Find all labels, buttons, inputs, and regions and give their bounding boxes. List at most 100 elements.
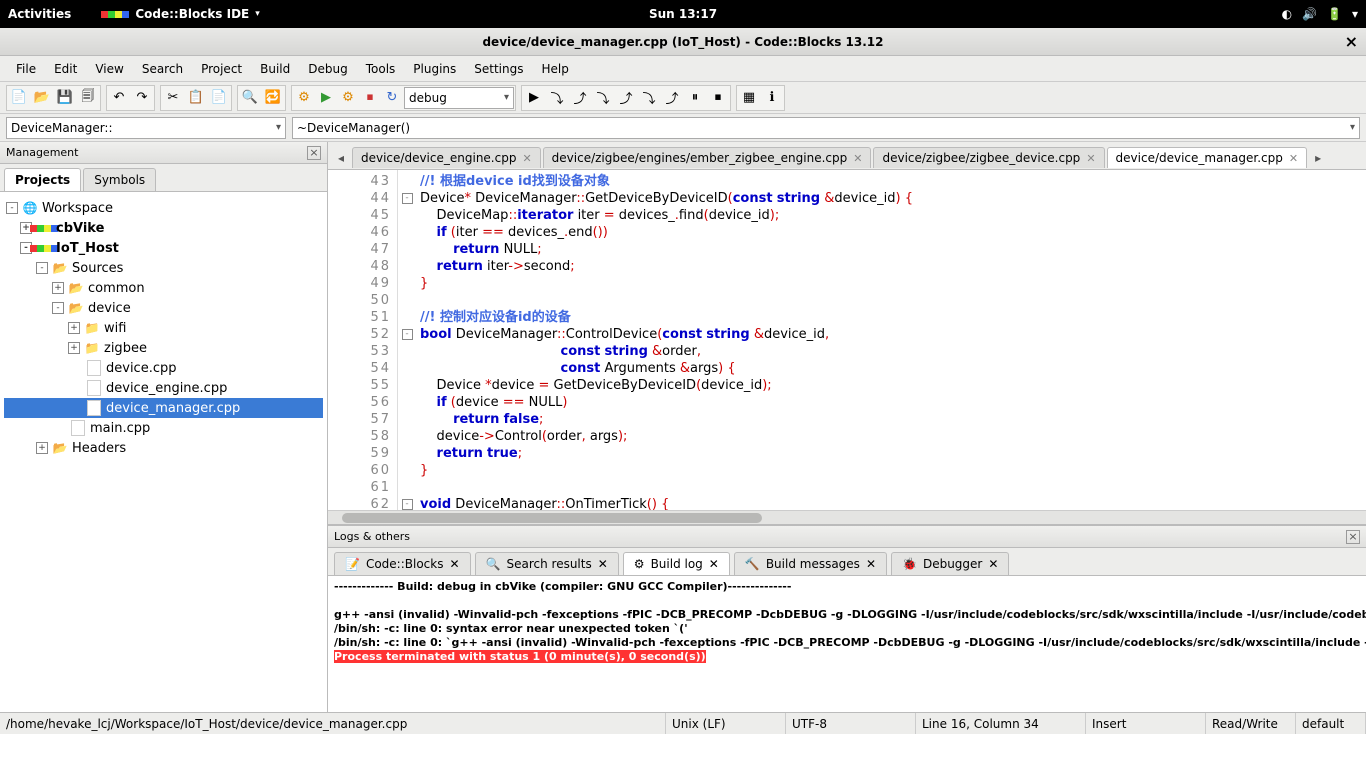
debug-button-4[interactable]: ⤴ <box>615 87 637 109</box>
code-content[interactable]: //! 根据device id找到设备对象Device* DeviceManag… <box>416 170 1366 510</box>
code-editor[interactable]: 4344454647484950515253545556575859606162… <box>328 170 1366 510</box>
tree-expander-icon[interactable]: - <box>52 302 64 314</box>
menu-tools[interactable]: Tools <box>358 58 404 80</box>
app-menu[interactable]: Code::Blocks IDE ▾ <box>101 7 259 21</box>
menu-edit[interactable]: Edit <box>46 58 85 80</box>
tree-item[interactable]: +📁wifi <box>4 318 323 338</box>
menu-project[interactable]: Project <box>193 58 250 80</box>
editor-tab[interactable]: device/device_engine.cpp✕ <box>352 147 541 168</box>
tab-close-icon[interactable]: ✕ <box>1086 152 1095 165</box>
tab-close-icon[interactable]: ✕ <box>598 557 608 571</box>
tree-item[interactable]: +📁zigbee <box>4 338 323 358</box>
build-button-3[interactable]: ⏹ <box>359 87 381 109</box>
search-button-0[interactable]: 🔍 <box>239 87 261 109</box>
menu-settings[interactable]: Settings <box>466 58 531 80</box>
tree-expander-icon[interactable]: + <box>52 282 64 294</box>
debug-button-1[interactable]: ⤵ <box>546 87 568 109</box>
mgmt-tab-projects[interactable]: Projects <box>4 168 81 191</box>
menu-build[interactable]: Build <box>252 58 298 80</box>
editor-tab[interactable]: device/device_manager.cpp✕ <box>1107 147 1308 168</box>
debug-button-5[interactable]: ⤵ <box>638 87 660 109</box>
tree-expander-icon[interactable]: - <box>36 262 48 274</box>
fold-gutter[interactable]: --- <box>398 170 416 510</box>
tree-expander-icon[interactable]: + <box>68 322 80 334</box>
tree-item[interactable]: device.cpp <box>4 358 323 378</box>
extra-button-0[interactable]: ▦ <box>738 87 760 109</box>
search-button-1[interactable]: 🔁 <box>262 87 284 109</box>
editor-hscrollbar[interactable] <box>328 510 1366 524</box>
build-log-output[interactable]: ------------- Build: debug in cbVike (co… <box>328 576 1366 712</box>
battery-icon[interactable]: 🔋 <box>1327 7 1342 21</box>
tree-item[interactable]: +cbVike <box>4 218 323 238</box>
scope-member-select[interactable]: ~DeviceManager() <box>292 117 1360 139</box>
tab-close-icon[interactable]: ✕ <box>853 152 862 165</box>
build-button-2[interactable]: ⚙ <box>337 87 359 109</box>
build-target-select[interactable]: debug <box>404 87 514 109</box>
menu-file[interactable]: File <box>8 58 44 80</box>
tab-close-icon[interactable]: ✕ <box>449 557 459 571</box>
tab-close-icon[interactable]: ✕ <box>988 557 998 571</box>
tab-nav-prev[interactable]: ◂ <box>332 147 350 169</box>
file-button-1[interactable]: 📂 <box>31 87 53 109</box>
log-tab-build-log[interactable]: ⚙Build log✕ <box>623 552 730 575</box>
tree-expander-icon[interactable]: + <box>36 442 48 454</box>
menu-debug[interactable]: Debug <box>300 58 355 80</box>
log-tab-build-messages[interactable]: 🔨Build messages✕ <box>734 552 887 575</box>
accessibility-icon[interactable]: ◐ <box>1282 7 1292 21</box>
tree-item[interactable]: -IoT_Host <box>4 238 323 258</box>
tree-expander-icon[interactable]: - <box>6 202 18 214</box>
tab-close-icon[interactable]: ✕ <box>709 557 719 571</box>
debug-button-7[interactable]: ⏸ <box>684 87 706 109</box>
tree-item[interactable]: -📂device <box>4 298 323 318</box>
log-tab-search-results[interactable]: 🔍Search results✕ <box>475 552 619 575</box>
tree-item[interactable]: -📂Sources <box>4 258 323 278</box>
file-button-3[interactable]: 🗐 <box>77 87 99 109</box>
activities-button[interactable]: Activities <box>8 7 71 21</box>
clock[interactable]: Sun 13:17 <box>649 7 717 21</box>
edit-button-2[interactable]: 📄 <box>208 87 230 109</box>
log-tab-code::blocks[interactable]: 📝Code::Blocks✕ <box>334 552 471 575</box>
build-button-4[interactable]: ↻ <box>381 87 403 109</box>
build-button-1[interactable]: ▶ <box>315 87 337 109</box>
edit-button-0[interactable]: ✂ <box>162 87 184 109</box>
system-menu-icon[interactable]: ▾ <box>1352 7 1358 21</box>
tree-item[interactable]: -🌐Workspace <box>4 198 323 218</box>
debug-button-2[interactable]: ⤴ <box>569 87 591 109</box>
tree-item[interactable]: device_engine.cpp <box>4 378 323 398</box>
tab-close-icon[interactable]: ✕ <box>1289 152 1298 165</box>
menu-search[interactable]: Search <box>134 58 191 80</box>
edit-button-1[interactable]: 📋 <box>185 87 207 109</box>
tab-close-icon[interactable]: ✕ <box>866 557 876 571</box>
extra-button-1[interactable]: ℹ <box>761 87 783 109</box>
tree-expander-icon[interactable]: + <box>68 342 80 354</box>
menu-plugins[interactable]: Plugins <box>405 58 464 80</box>
editor-tab[interactable]: device/zigbee/engines/ember_zigbee_engin… <box>543 147 872 168</box>
menu-help[interactable]: Help <box>533 58 576 80</box>
file-button-2[interactable]: 💾 <box>54 87 76 109</box>
tab-nav-next[interactable]: ▸ <box>1309 147 1327 169</box>
scope-class-select[interactable]: DeviceManager:: <box>6 117 286 139</box>
debug-button-0[interactable]: ▶ <box>523 87 545 109</box>
undo-button-0[interactable]: ↶ <box>108 87 130 109</box>
file-button-0[interactable]: 📄 <box>8 87 30 109</box>
debug-button-8[interactable]: ⏹ <box>707 87 729 109</box>
tree-item[interactable]: +📂common <box>4 278 323 298</box>
tab-close-icon[interactable]: ✕ <box>522 152 531 165</box>
project-tree[interactable]: -🌐Workspace+cbVike-IoT_Host-📂Sources+📂co… <box>0 192 327 712</box>
debug-button-6[interactable]: ⤴ <box>661 87 683 109</box>
logs-close-button[interactable]: × <box>1346 530 1360 544</box>
menu-view[interactable]: View <box>87 58 131 80</box>
undo-button-1[interactable]: ↷ <box>131 87 153 109</box>
debug-button-3[interactable]: ⤵ <box>592 87 614 109</box>
build-button-0[interactable]: ⚙ <box>293 87 315 109</box>
tree-item[interactable]: +📂Headers <box>4 438 323 458</box>
log-tab-debugger[interactable]: 🐞Debugger✕ <box>891 552 1009 575</box>
tree-file-icon <box>86 360 102 376</box>
mgmt-tab-symbols[interactable]: Symbols <box>83 168 156 191</box>
tree-item[interactable]: device_manager.cpp <box>4 398 323 418</box>
tree-item[interactable]: main.cpp <box>4 418 323 438</box>
management-close-button[interactable]: × <box>307 146 321 160</box>
editor-tab[interactable]: device/zigbee/zigbee_device.cpp✕ <box>873 147 1104 168</box>
volume-icon[interactable]: 🔊 <box>1302 7 1317 21</box>
window-close-button[interactable]: × <box>1345 32 1358 51</box>
